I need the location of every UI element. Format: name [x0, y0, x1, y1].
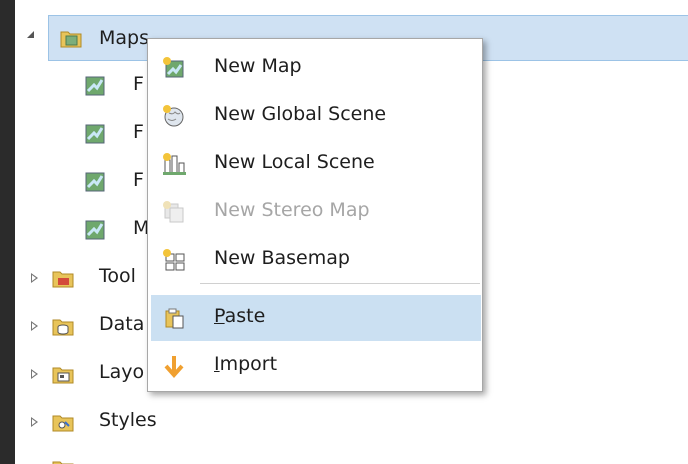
- new-map-icon: [161, 55, 187, 81]
- paste-icon: [161, 305, 187, 331]
- stereo-map-icon: [161, 199, 187, 225]
- expand-arrow-icon[interactable]: [31, 273, 38, 283]
- tree-row-layouts[interactable]: Layo: [15, 352, 165, 396]
- menu-item-new-basemap[interactable]: New Basemap: [151, 237, 481, 283]
- map-icon: [85, 172, 105, 192]
- menu-label-import: Import: [214, 353, 278, 375]
- tree-row-toolboxes[interactable]: Tool: [15, 256, 165, 300]
- basemap-icon: [161, 247, 187, 273]
- tree-row-partial: [15, 448, 215, 464]
- globe-icon: [161, 103, 187, 129]
- expand-arrow-icon[interactable]: [31, 369, 38, 379]
- expand-arrow-icon[interactable]: [31, 417, 38, 427]
- folder-icon: [52, 458, 74, 464]
- tree-row-styles[interactable]: Styles: [15, 400, 215, 444]
- collapse-arrow-icon[interactable]: [27, 31, 34, 38]
- map-icon: [85, 76, 105, 96]
- tree-label-layouts: Layo: [99, 361, 145, 383]
- styles-folder-icon: [52, 412, 74, 432]
- menu-item-import[interactable]: Import: [151, 343, 481, 389]
- map-icon: [85, 124, 105, 144]
- menu-label-new-stereo-map: New Stereo Map: [214, 199, 370, 221]
- tree-label-maps: Maps: [99, 27, 149, 49]
- local-scene-icon: [161, 151, 187, 177]
- menu-item-new-global-scene[interactable]: New Global Scene: [151, 93, 481, 139]
- context-menu: New Map New Global Scene New Local Scene…: [147, 38, 483, 392]
- maps-folder-icon: [60, 28, 82, 48]
- tree-label-map-item: F: [133, 169, 144, 191]
- tree-row-databases[interactable]: Data: [15, 304, 165, 348]
- tree-label-toolboxes: Tool: [99, 265, 136, 287]
- import-arrow-icon: [161, 353, 187, 379]
- menu-label-paste: Paste: [214, 305, 266, 327]
- menu-separator: [200, 283, 480, 284]
- expand-arrow-icon[interactable]: [31, 321, 38, 331]
- layout-folder-icon: [52, 364, 74, 384]
- tree-label-databases: Data: [99, 313, 145, 335]
- menu-label-new-global-scene: New Global Scene: [214, 103, 387, 125]
- map-icon: [85, 220, 105, 240]
- menu-item-new-local-scene[interactable]: New Local Scene: [151, 141, 481, 187]
- toolbox-folder-icon: [52, 268, 74, 288]
- menu-label-new-map: New Map: [214, 55, 302, 77]
- menu-item-new-map[interactable]: New Map: [151, 45, 481, 91]
- database-folder-icon: [52, 316, 74, 336]
- menu-label-new-local-scene: New Local Scene: [214, 151, 375, 173]
- menu-label-new-basemap: New Basemap: [214, 247, 350, 269]
- tree-label-styles: Styles: [99, 409, 157, 431]
- tree-label-map-item: F: [133, 121, 144, 143]
- menu-item-paste[interactable]: Paste: [151, 295, 481, 341]
- menu-item-new-stereo-map[interactable]: New Stereo Map: [151, 189, 481, 235]
- tree-label-map-item: F: [133, 73, 144, 95]
